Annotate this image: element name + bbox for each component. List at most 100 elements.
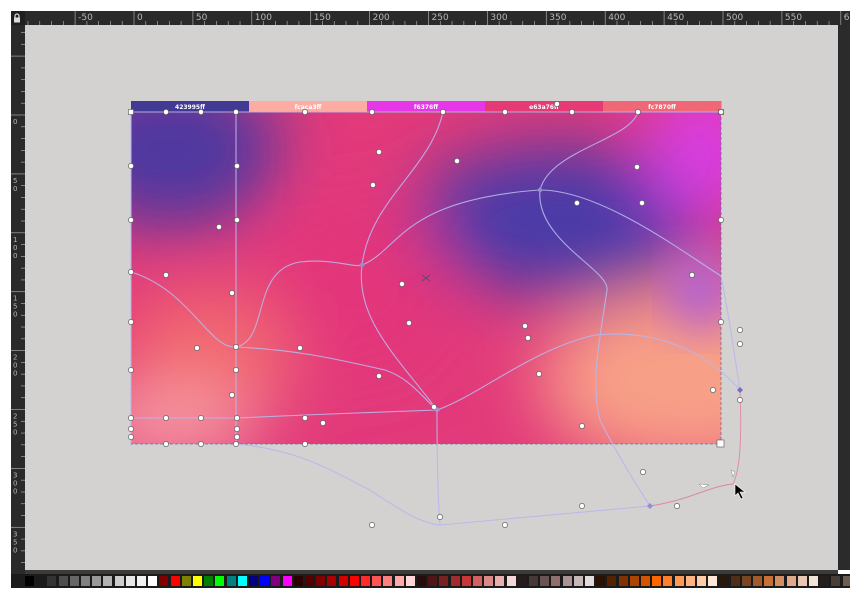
mesh-node[interactable] <box>234 217 240 223</box>
palette-swatch[interactable] <box>305 576 314 586</box>
mesh-node[interactable] <box>128 319 134 325</box>
mesh-node[interactable] <box>406 320 412 326</box>
palette-swatch[interactable] <box>25 576 34 586</box>
palette-swatch[interactable] <box>226 576 236 586</box>
palette-swatch[interactable] <box>204 576 214 586</box>
mesh-node[interactable] <box>718 319 724 325</box>
mesh-node[interactable] <box>369 522 375 528</box>
palette-swatch[interactable] <box>260 576 270 586</box>
palette-swatch[interactable] <box>58 576 68 586</box>
mesh-node[interactable] <box>370 182 376 188</box>
palette-swatch[interactable] <box>831 576 841 586</box>
palette-swatch[interactable] <box>181 576 191 586</box>
mesh-node[interactable] <box>399 281 405 287</box>
palette-swatch[interactable] <box>36 576 46 586</box>
palette-swatch[interactable] <box>753 576 762 586</box>
mesh-node[interactable] <box>569 109 575 115</box>
color-palette-bar[interactable] <box>11 574 850 588</box>
vertical-ruler[interactable]: 0 50 100 150 200 250 300 350 <box>11 25 25 588</box>
mesh-node[interactable] <box>369 109 375 115</box>
mesh-node[interactable] <box>198 109 204 115</box>
palette-swatch[interactable] <box>529 576 538 586</box>
mesh-node[interactable] <box>128 217 134 223</box>
mesh-node[interactable] <box>198 441 204 447</box>
palette-swatch[interactable] <box>708 576 718 586</box>
palette-swatch[interactable] <box>562 576 572 586</box>
mesh-node[interactable] <box>689 272 695 278</box>
palette-swatch[interactable] <box>316 576 326 586</box>
drawing-canvas[interactable]: 423995ff fcaca3ff f6376ff e63a76ff fc7870ff <box>25 25 838 570</box>
mesh-node[interactable] <box>718 217 724 223</box>
mesh-node[interactable] <box>718 109 724 115</box>
palette-swatch[interactable] <box>394 576 404 586</box>
mesh-node[interactable] <box>233 441 239 447</box>
palette-swatch[interactable] <box>573 576 583 586</box>
palette-swatch[interactable] <box>607 576 617 586</box>
palette-swatch[interactable] <box>170 576 180 586</box>
mesh-node[interactable] <box>639 200 645 206</box>
mesh-node[interactable] <box>554 101 560 107</box>
mesh-node[interactable] <box>229 392 235 398</box>
palette-swatch[interactable] <box>674 576 684 586</box>
ruler-corner[interactable] <box>11 11 25 25</box>
palette-swatch[interactable] <box>69 576 79 586</box>
mesh-node[interactable] <box>128 367 134 373</box>
mesh-node[interactable] <box>233 367 239 373</box>
mesh-node[interactable] <box>640 469 646 475</box>
mesh-node[interactable] <box>194 345 200 351</box>
mesh-node[interactable] <box>574 200 580 206</box>
mesh-node[interactable] <box>302 415 308 421</box>
palette-swatch[interactable] <box>697 576 706 586</box>
mesh-node[interactable] <box>320 420 326 426</box>
palette-swatch[interactable] <box>293 576 303 586</box>
midpoint-marker[interactable] <box>647 503 653 509</box>
mesh-gradient-artwork[interactable]: 423995ff fcaca3ff f6376ff e63a76ff fc7870ff <box>25 25 838 570</box>
mesh-node[interactable] <box>128 426 134 432</box>
palette-swatch[interactable] <box>596 576 606 586</box>
palette-swatch[interactable] <box>159 576 169 586</box>
mesh-node[interactable] <box>525 335 531 341</box>
palette-swatch[interactable] <box>249 576 258 586</box>
mesh-node[interactable] <box>737 397 743 403</box>
palette-swatch[interactable] <box>775 576 785 586</box>
palette-swatch[interactable] <box>473 576 482 586</box>
mesh-node[interactable] <box>128 415 134 421</box>
mesh-node[interactable] <box>376 149 382 155</box>
mesh-node[interactable] <box>502 522 508 528</box>
mesh-node[interactable] <box>198 415 204 421</box>
mesh-node[interactable] <box>229 290 235 296</box>
tangent-handle[interactable] <box>730 469 736 478</box>
mesh-node[interactable] <box>454 158 460 164</box>
mesh-node[interactable] <box>737 327 743 333</box>
mesh-node[interactable] <box>163 415 169 421</box>
palette-swatch[interactable] <box>125 576 135 586</box>
corner-node-tl[interactable] <box>128 109 134 115</box>
mesh-node[interactable] <box>163 272 169 278</box>
mesh-node[interactable] <box>635 109 641 115</box>
mesh-node[interactable] <box>163 109 169 115</box>
palette-swatch[interactable] <box>428 576 438 586</box>
palette-swatch[interactable] <box>193 576 202 586</box>
palette-swatch[interactable] <box>271 576 281 586</box>
mesh-node[interactable] <box>128 163 134 169</box>
mesh-node[interactable] <box>737 341 743 347</box>
palette-swatch[interactable] <box>652 576 662 586</box>
mesh-node[interactable] <box>579 423 585 429</box>
mesh-node[interactable] <box>128 269 134 275</box>
palette-swatch[interactable] <box>215 576 225 586</box>
palette-swatch[interactable] <box>81 576 90 586</box>
palette-swatch[interactable] <box>741 576 751 586</box>
palette-swatch[interactable] <box>820 576 830 586</box>
palette-swatch[interactable] <box>484 576 494 586</box>
palette-swatch[interactable] <box>372 576 382 586</box>
palette-swatch[interactable] <box>797 576 807 586</box>
palette-swatch[interactable] <box>540 576 550 586</box>
palette-swatch[interactable] <box>506 576 516 586</box>
palette-swatch[interactable] <box>517 576 527 586</box>
mesh-node[interactable] <box>302 109 308 115</box>
mesh-node[interactable] <box>440 109 446 115</box>
palette-swatch[interactable] <box>137 576 146 586</box>
mesh-node[interactable] <box>233 109 239 115</box>
palette-swatch[interactable] <box>148 576 158 586</box>
palette-swatch[interactable] <box>663 576 673 586</box>
